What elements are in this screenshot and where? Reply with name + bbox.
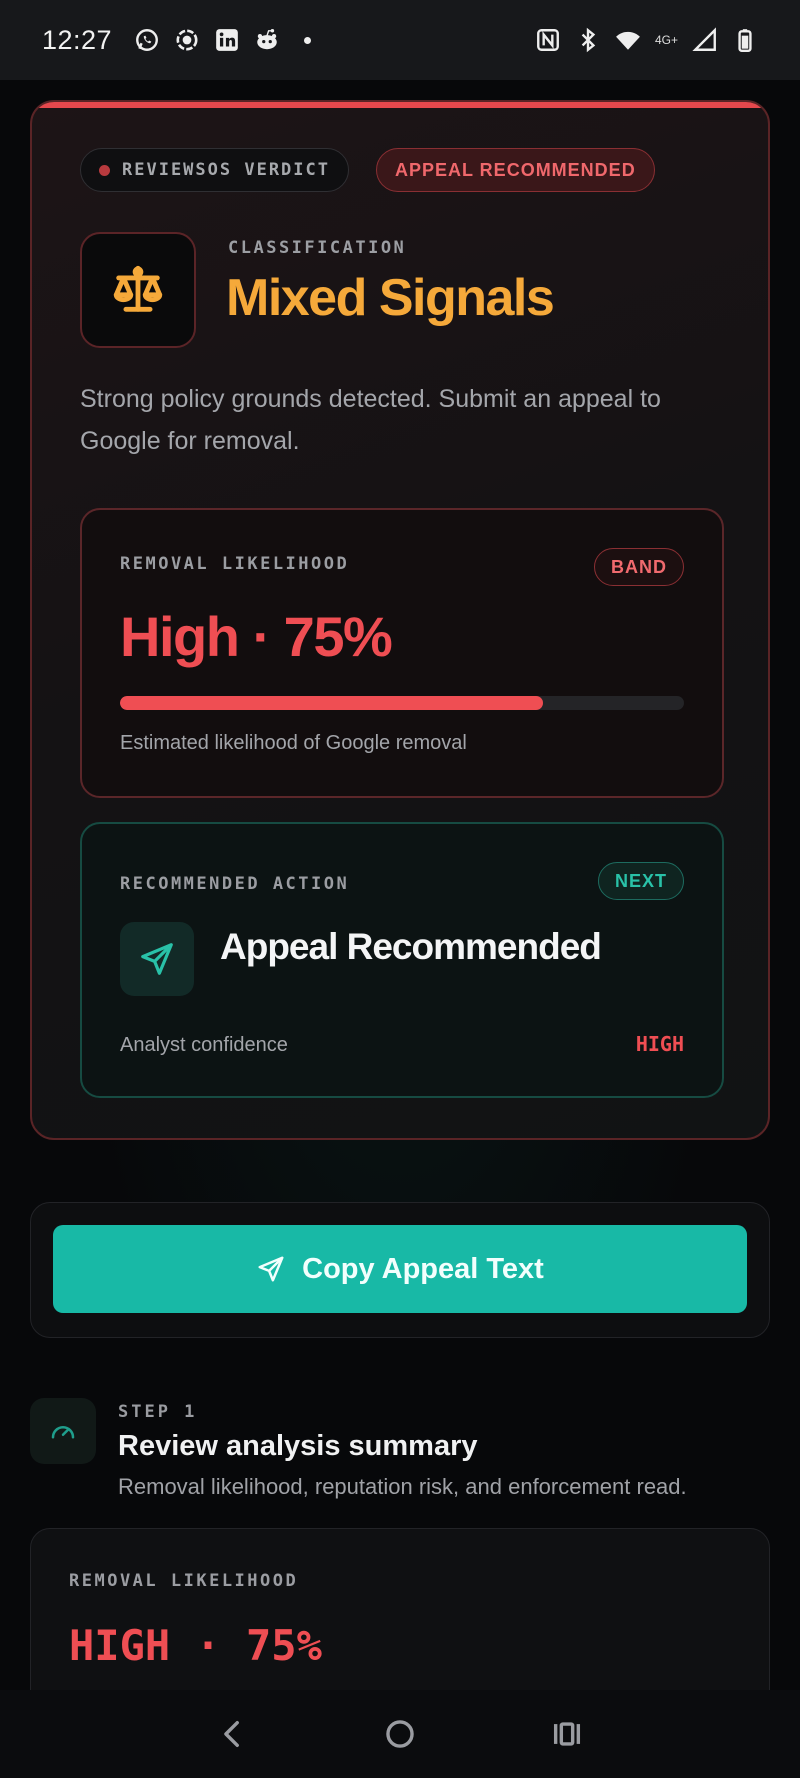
- wifi-icon: [615, 27, 641, 53]
- appeal-status-chip: APPEAL RECOMMENDED: [376, 148, 655, 192]
- nfc-icon: [535, 27, 561, 53]
- screen-record-icon: [174, 27, 200, 53]
- recommended-action-title: Appeal Recommended: [220, 926, 602, 967]
- send-icon: [258, 1256, 284, 1282]
- verdict-description: Strong policy grounds detected. Submit a…: [80, 385, 661, 455]
- gauge-icon-tile: [30, 1398, 96, 1464]
- verdict-chip-label: REVIEWSOS VERDICT: [122, 160, 330, 180]
- verdict-accent-bar: [32, 102, 768, 108]
- back-icon: [224, 1720, 240, 1748]
- battery-icon: [732, 27, 758, 53]
- likelihood-progress-bar: [120, 696, 684, 710]
- status-bar: 12:27 4G+: [0, 0, 800, 80]
- recents-button[interactable]: [537, 1704, 597, 1764]
- classification-label: CLASSIFICATION: [228, 238, 407, 258]
- recommended-action-card: RECOMMENDED ACTION NEXT Appeal Recommend…: [80, 822, 724, 1098]
- copy-appeal-panel: Copy Appeal Text: [30, 1202, 770, 1338]
- back-button[interactable]: [203, 1704, 263, 1764]
- network-label: 4G+: [654, 33, 678, 47]
- send-icon-tile: [120, 922, 194, 996]
- dot-icon: [294, 27, 320, 53]
- verdict-card: REVIEWSOS VERDICT APPEAL RECOMMENDED CLA…: [30, 100, 770, 1140]
- navigation-bar: [0, 1690, 800, 1778]
- gauge-icon: [51, 1426, 75, 1439]
- step-subtitle: Removal likelihood, reputation risk, and…: [118, 1474, 687, 1499]
- status-time: 12:27: [42, 24, 113, 55]
- home-icon: [386, 1720, 414, 1748]
- next-badge: NEXT: [597, 862, 684, 900]
- band-badge: BAND: [594, 548, 684, 586]
- recommended-action-label: RECOMMENDED ACTION: [120, 874, 350, 894]
- confidence-value: HIGH: [635, 1032, 684, 1056]
- step-title: Review analysis summary: [118, 1430, 478, 1462]
- summary-removal-label: REMOVAL LIKELIHOOD: [69, 1571, 299, 1591]
- copy-appeal-label: Copy Appeal Text: [302, 1252, 544, 1285]
- scale-icon-tile: [80, 232, 196, 348]
- classification-title: Mixed Signals: [226, 269, 555, 327]
- send-icon: [141, 943, 173, 975]
- whatsapp-icon: [134, 27, 160, 53]
- home-button[interactable]: [370, 1704, 430, 1764]
- removal-likelihood-value: High · 75%: [120, 605, 393, 668]
- bluetooth-icon: [575, 27, 601, 53]
- removal-likelihood-note: Estimated likelihood of Google removal: [120, 732, 467, 754]
- signal-icon: [692, 27, 718, 53]
- step-label: STEP 1: [118, 1402, 198, 1422]
- linkedin-icon: [214, 27, 240, 53]
- confidence-label: Analyst confidence: [120, 1034, 288, 1056]
- appeal-status-label: APPEAL RECOMMENDED: [395, 159, 636, 180]
- reddit-icon: [254, 27, 280, 53]
- removal-likelihood-card: REMOVAL LIKELIHOOD BAND High · 75% Estim…: [80, 508, 724, 798]
- removal-likelihood-label: REMOVAL LIKELIHOOD: [120, 554, 350, 574]
- scale-icon: [113, 265, 163, 312]
- likelihood-progress-fill: [120, 696, 543, 710]
- copy-appeal-button[interactable]: Copy Appeal Text: [53, 1225, 747, 1313]
- summary-removal-value: HIGH · 75%: [69, 1621, 322, 1670]
- status-dot-icon: [99, 164, 110, 176]
- recents-icon: [553, 1722, 580, 1746]
- verdict-chip: REVIEWSOS VERDICT: [80, 148, 349, 192]
